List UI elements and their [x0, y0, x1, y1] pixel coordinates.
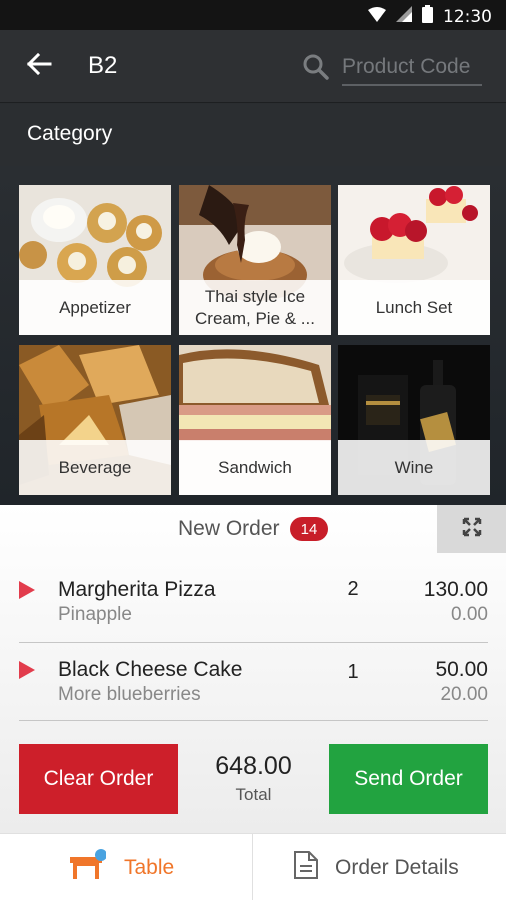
play-arrow-icon[interactable]: [19, 661, 35, 679]
search-icon[interactable]: [302, 53, 330, 86]
category-tile-ice-cream[interactable]: Thai style Ice Cream, Pie & ...: [179, 185, 331, 335]
signal-icon: [396, 6, 412, 27]
app-bar: B2: [0, 30, 506, 103]
divider: [19, 642, 488, 643]
item-extra-price: 20.00: [440, 684, 488, 705]
category-label-wine: Wine: [338, 440, 490, 495]
item-price: 130.00: [423, 578, 488, 601]
arrow-left-icon: [26, 52, 52, 80]
clear-order-button[interactable]: Clear Order: [19, 744, 178, 814]
category-tile-lunch-set[interactable]: Lunch Set: [338, 185, 490, 335]
bottom-nav: Table Order Details: [0, 833, 506, 900]
tab-order-details-label: Order Details: [335, 855, 459, 879]
order-header: New Order 14: [0, 505, 506, 553]
category-label: Category: [27, 122, 113, 145]
divider: [19, 720, 488, 721]
battery-icon: [422, 5, 433, 28]
order-count-badge: 14: [290, 517, 328, 541]
category-tile-wine[interactable]: Wine: [338, 345, 490, 495]
item-price: 50.00: [435, 658, 488, 681]
send-order-button[interactable]: Send Order: [329, 744, 488, 814]
category-grid: Appetizer Thai style Ice Cream, Pie & ..…: [0, 166, 506, 506]
status-time: 12:30: [443, 6, 492, 27]
status-bar: 12:30: [0, 0, 506, 30]
order-panel: New Order 14 Margherita Pizza Pinapple 2…: [0, 505, 506, 833]
order-total-amount: 648.00: [215, 752, 292, 780]
category-label-lunch-set: Lunch Set: [338, 280, 490, 335]
item-note: More blueberries: [58, 684, 201, 705]
item-extra-price: 0.00: [451, 604, 488, 625]
item-quantity[interactable]: 2: [340, 578, 366, 601]
item-name: Margherita Pizza: [58, 578, 216, 601]
category-tile-beverage[interactable]: Beverage: [19, 345, 171, 495]
tab-order-details[interactable]: Order Details: [293, 834, 459, 900]
search-bar: [302, 50, 484, 88]
tab-table[interactable]: Table: [68, 834, 174, 900]
product-code-input[interactable]: [342, 50, 482, 86]
play-arrow-icon[interactable]: [19, 581, 35, 599]
page-title: B2: [88, 52, 118, 79]
nav-divider: [252, 834, 253, 900]
category-label-appetizer: Appetizer: [19, 280, 171, 335]
category-label-ice-cream: Thai style Ice Cream, Pie & ...: [179, 280, 331, 335]
item-name: Black Cheese Cake: [58, 658, 243, 681]
category-header: Category: [0, 104, 506, 166]
back-button[interactable]: [22, 50, 56, 82]
document-icon: [293, 850, 319, 885]
item-quantity[interactable]: 1: [340, 661, 366, 684]
category-tile-sandwich[interactable]: Sandwich: [179, 345, 331, 495]
category-label-sandwich: Sandwich: [179, 440, 331, 495]
wifi-icon: [368, 6, 386, 27]
item-note: Pinapple: [58, 604, 132, 625]
order-title: New Order: [178, 517, 280, 540]
expand-icon: [462, 517, 482, 542]
category-label-beverage: Beverage: [19, 440, 171, 495]
expand-button[interactable]: [437, 505, 506, 553]
order-item[interactable]: Margherita Pizza Pinapple 2 130.00 0.00: [0, 573, 506, 643]
order-item[interactable]: Black Cheese Cake More blueberries 1 50.…: [0, 653, 506, 723]
order-total-label: Total: [235, 785, 272, 804]
tab-table-label: Table: [124, 855, 175, 879]
table-icon: [68, 849, 107, 886]
category-tile-appetizer[interactable]: Appetizer: [19, 185, 171, 335]
